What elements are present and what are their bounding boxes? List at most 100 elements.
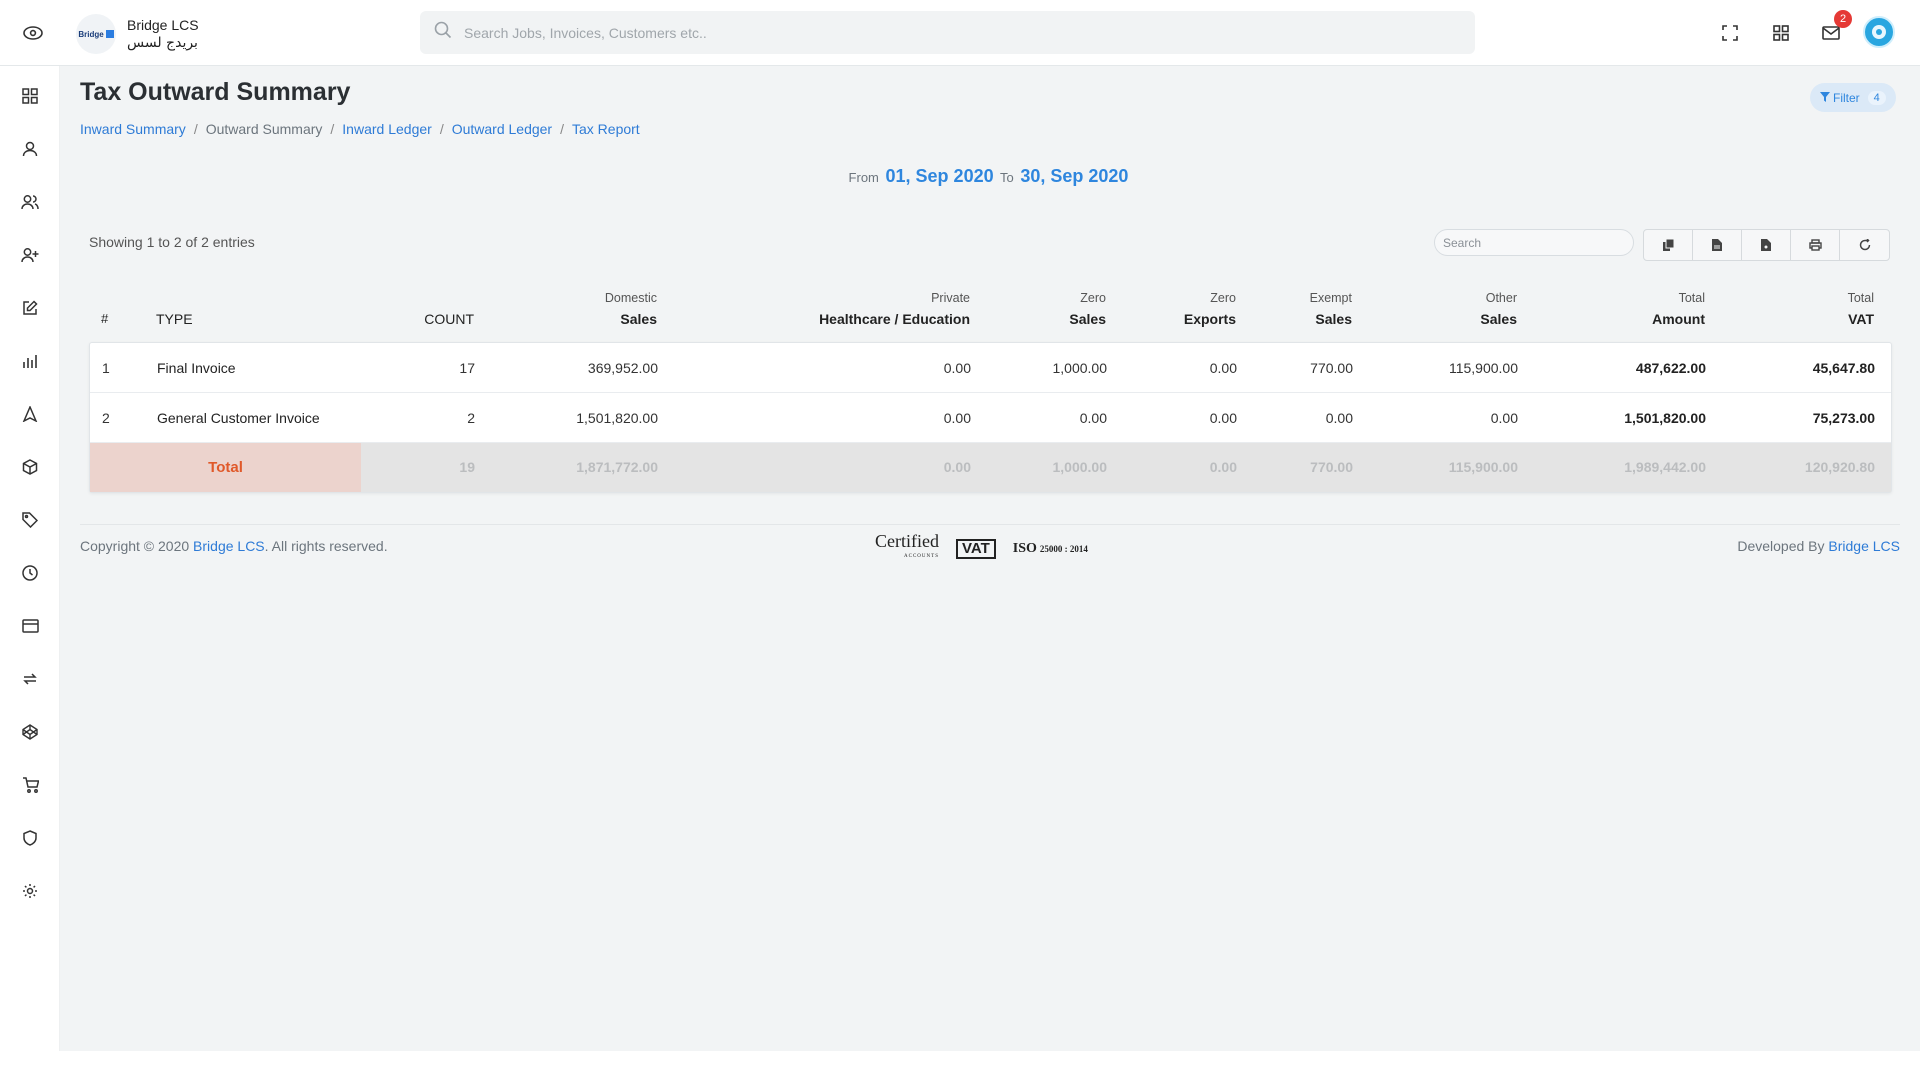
brand[interactable]: Bridge Bridge LCS بريدج لسس [76, 14, 199, 54]
col-zero-exports: Zero Exports [1183, 291, 1236, 327]
col-count: COUNT [424, 311, 474, 327]
avatar[interactable] [1863, 16, 1895, 48]
user-icon[interactable] [18, 137, 42, 161]
total-exempt-sales: 770.00 [1310, 459, 1353, 475]
edit-icon[interactable] [18, 296, 42, 320]
copy-button[interactable] [1644, 230, 1693, 260]
pdf-button[interactable] [1742, 230, 1791, 260]
reload-button[interactable] [1840, 230, 1889, 260]
copyright: Copyright © 2020 Bridge LCS. All rights … [80, 538, 388, 554]
from-date: 01, Sep 2020 [885, 166, 994, 186]
dashboard-icon[interactable] [18, 84, 42, 108]
col-domestic-sales: Domestic Sales [604, 291, 657, 327]
card-icon[interactable] [18, 614, 42, 638]
cell-private-healthcare: 0.00 [943, 360, 971, 376]
notification-badge: 2 [1834, 10, 1852, 28]
table-total-row: Total 19 1,871,772.00 0.00 1,000.00 0.00… [90, 443, 1891, 492]
table-body: 1 Final Invoice 17 369,952.00 0.00 1,000… [89, 342, 1892, 493]
cell-exempt-sales: 0.00 [1325, 410, 1353, 426]
box-icon[interactable] [18, 455, 42, 479]
apps-grid-icon[interactable] [1766, 18, 1796, 48]
col-total-vat: Total VAT [1847, 291, 1874, 327]
developed-by-label: Developed By [1737, 538, 1825, 554]
total-total-vat: 120,920.80 [1804, 459, 1875, 475]
breadcrumb-outward-summary: Outward Summary [205, 121, 323, 137]
to-label: To [1000, 170, 1014, 185]
table-search-input[interactable] [1434, 229, 1634, 256]
cell-count: 2 [467, 410, 475, 426]
copyright-prefix: Copyright © 2020 [80, 538, 190, 554]
footer-divider [80, 524, 1900, 525]
top-bar: Bridge Bridge LCS بريدج لسس 2 [0, 0, 1920, 66]
cell-num: 1 [102, 360, 110, 376]
cell-type: Final Invoice [157, 360, 236, 376]
global-search [420, 11, 1475, 54]
cell-domestic-sales: 369,952.00 [587, 360, 658, 376]
cell-total-vat: 45,647.80 [1812, 360, 1875, 376]
print-button[interactable] [1791, 230, 1840, 260]
copyright-rights: . All rights reserved. [264, 538, 388, 554]
breadcrumb-tax-report[interactable]: Tax Report [572, 121, 640, 137]
tag-icon[interactable] [18, 508, 42, 532]
entries-info: Showing 1 to 2 of 2 entries [89, 234, 255, 250]
cell-type: General Customer Invoice [157, 410, 320, 426]
filter-icon [1820, 91, 1830, 105]
cell-zero-exports: 0.00 [1209, 360, 1237, 376]
cell-exempt-sales: 770.00 [1310, 360, 1353, 376]
search-icon [434, 21, 452, 44]
cell-count: 17 [459, 360, 475, 376]
mail-icon[interactable]: 2 [1816, 10, 1852, 48]
breadcrumb-outward-ledger[interactable]: Outward Ledger [452, 121, 552, 137]
print-icon [1808, 239, 1822, 251]
col-total-amount: Total Amount [1652, 291, 1705, 327]
user-plus-icon[interactable] [18, 243, 42, 267]
eye-icon[interactable] [20, 21, 46, 45]
breadcrumb-inward-ledger[interactable]: Inward Ledger [342, 121, 432, 137]
developer-link[interactable]: Bridge LCS [1828, 538, 1900, 554]
date-range: From 01, Sep 2020 To 30, Sep 2020 [60, 166, 1920, 187]
total-total-amount: 1,989,442.00 [1624, 459, 1706, 475]
codepen-icon[interactable] [18, 720, 42, 744]
table-row[interactable]: 1 Final Invoice 17 369,952.00 0.00 1,000… [90, 343, 1891, 393]
breadcrumb-inward-summary[interactable]: Inward Summary [80, 121, 186, 137]
global-search-input[interactable] [464, 24, 1364, 41]
fullscreen-icon[interactable] [1715, 18, 1745, 48]
company-link[interactable]: Bridge LCS [193, 538, 265, 554]
iso-logo: ISO 25000 : 2014 [1012, 541, 1088, 556]
chart-icon[interactable] [18, 349, 42, 373]
filter-button[interactable]: Filter 4 [1810, 83, 1896, 112]
refresh-icon[interactable] [18, 667, 42, 691]
cell-zero-exports: 0.00 [1209, 410, 1237, 426]
table-row[interactable]: 2 General Customer Invoice 2 1,501,820.0… [90, 393, 1891, 443]
navigation-icon[interactable] [18, 402, 42, 426]
col-type: TYPE [156, 311, 193, 327]
vat-logo: VAT [955, 539, 996, 559]
from-label: From [848, 170, 879, 185]
breadcrumb: Inward Summary / Outward Summary / Inward … [80, 121, 640, 137]
total-zero-sales: 1,000.00 [1052, 459, 1108, 475]
sidebar [0, 66, 60, 1080]
copy-icon [1662, 239, 1674, 251]
total-count: 19 [459, 459, 475, 475]
total-zero-exports: 0.00 [1209, 459, 1237, 475]
cell-zero-sales: 0.00 [1079, 410, 1107, 426]
users-icon[interactable] [18, 190, 42, 214]
cell-other-sales: 115,900.00 [1448, 360, 1518, 376]
cell-other-sales: 0.00 [1490, 410, 1518, 426]
cell-domestic-sales: 1,501,820.00 [576, 410, 658, 426]
gear-icon[interactable] [18, 879, 42, 903]
bottom-strip [0, 1051, 1920, 1080]
to-date: 30, Sep 2020 [1020, 166, 1129, 186]
page-title: Tax Outward Summary [80, 78, 351, 106]
filter-label: Filter [1833, 90, 1860, 105]
filter-count: 4 [1867, 90, 1886, 105]
col-private-healthcare: Private Healthcare / Education [819, 291, 970, 327]
shield-icon[interactable] [18, 826, 42, 850]
file-csv-icon [1712, 239, 1722, 251]
csv-button[interactable] [1693, 230, 1742, 260]
cart-icon[interactable] [18, 773, 42, 797]
clock-icon[interactable] [18, 561, 42, 585]
cell-zero-sales: 1,000.00 [1052, 360, 1108, 376]
total-domestic-sales: 1,871,772.00 [576, 459, 658, 475]
col-num: # [101, 311, 109, 326]
